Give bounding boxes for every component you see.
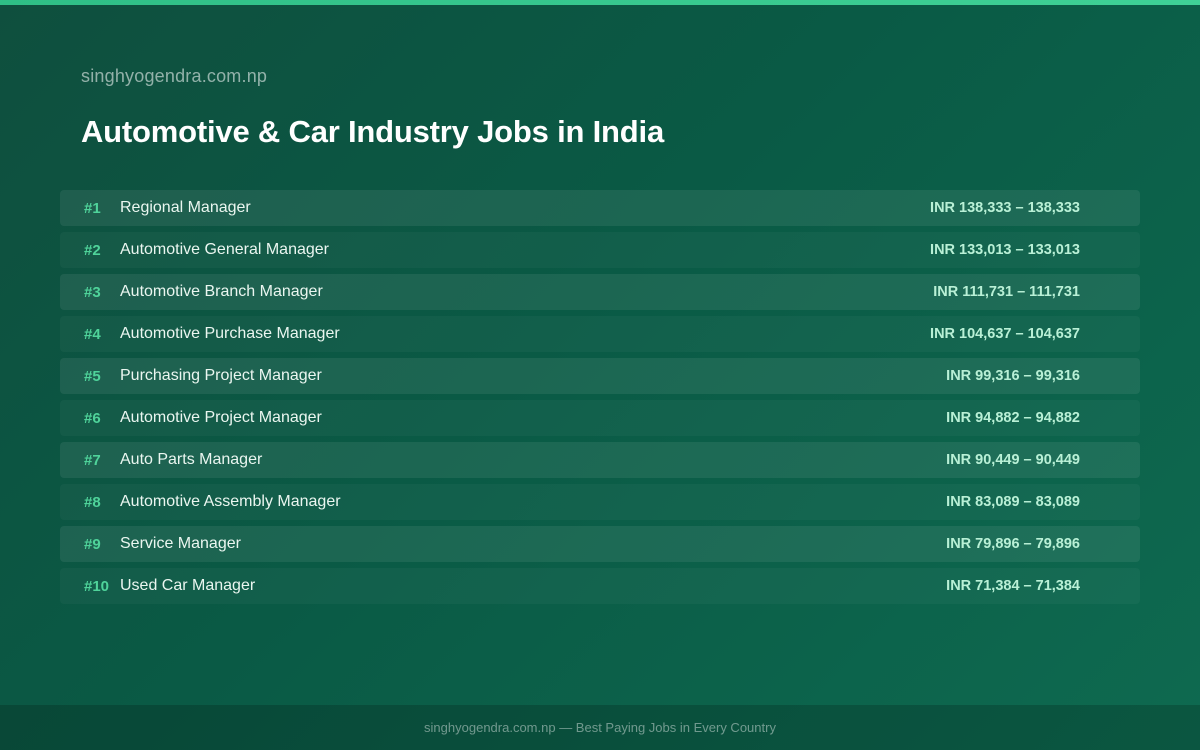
job-title: Regional Manager: [120, 199, 251, 216]
job-salary: INR 138,333 – 138,333: [930, 200, 1080, 216]
job-row: #2 Automotive General Manager INR 133,01…: [60, 232, 1140, 268]
job-title: Automotive General Manager: [120, 241, 329, 258]
job-salary: INR 79,896 – 79,896: [946, 536, 1080, 552]
job-salary: INR 111,731 – 111,731: [933, 284, 1080, 300]
job-row: #3 Automotive Branch Manager INR 111,731…: [60, 274, 1140, 310]
job-rank: #9: [84, 535, 101, 553]
job-title: Automotive Assembly Manager: [120, 493, 341, 510]
job-title: Automotive Project Manager: [120, 409, 322, 426]
job-rank: #10: [84, 577, 110, 595]
job-row: #10 Used Car Manager INR 71,384 – 71,384: [60, 568, 1140, 604]
job-row: #1 Regional Manager INR 138,333 – 138,33…: [60, 190, 1140, 226]
job-rank: #1: [84, 199, 101, 217]
job-title: Service Manager: [120, 535, 241, 552]
job-salary: INR 99,316 – 99,316: [946, 368, 1080, 384]
footer-text: singhyogendra.com.np — Best Paying Jobs …: [424, 720, 776, 735]
job-list: #1 Regional Manager INR 138,333 – 138,33…: [60, 190, 1140, 610]
job-row: #5 Purchasing Project Manager INR 99,316…: [60, 358, 1140, 394]
job-rank: #8: [84, 493, 101, 511]
job-salary: INR 90,449 – 90,449: [946, 452, 1080, 468]
job-title: Auto Parts Manager: [120, 451, 263, 468]
job-rank: #4: [84, 325, 101, 343]
job-rank: #7: [84, 451, 101, 469]
job-rank: #6: [84, 409, 101, 427]
job-salary: INR 94,882 – 94,882: [946, 410, 1080, 426]
job-salary: INR 83,089 – 83,089: [946, 494, 1080, 510]
job-title: Purchasing Project Manager: [120, 367, 322, 384]
page-title: Automotive & Car Industry Jobs in India: [81, 114, 664, 149]
job-row: #8 Automotive Assembly Manager INR 83,08…: [60, 484, 1140, 520]
job-title: Automotive Branch Manager: [120, 283, 323, 300]
job-rank: #3: [84, 283, 101, 301]
top-accent-bar: [0, 0, 1200, 5]
job-title: Automotive Purchase Manager: [120, 325, 340, 342]
job-row: #7 Auto Parts Manager INR 90,449 – 90,44…: [60, 442, 1140, 478]
job-salary: INR 133,013 – 133,013: [930, 242, 1080, 258]
job-salary: INR 71,384 – 71,384: [946, 578, 1080, 594]
job-rank: #2: [84, 241, 101, 259]
job-salary: INR 104,637 – 104,637: [930, 326, 1080, 342]
site-name: singhyogendra.com.np: [81, 66, 268, 86]
job-row: #4 Automotive Purchase Manager INR 104,6…: [60, 316, 1140, 352]
job-row: #6 Automotive Project Manager INR 94,882…: [60, 400, 1140, 436]
job-row: #9 Service Manager INR 79,896 – 79,896: [60, 526, 1140, 562]
job-rank: #5: [84, 367, 101, 385]
footer-bar: singhyogendra.com.np — Best Paying Jobs …: [0, 705, 1200, 750]
job-title: Used Car Manager: [120, 577, 256, 594]
